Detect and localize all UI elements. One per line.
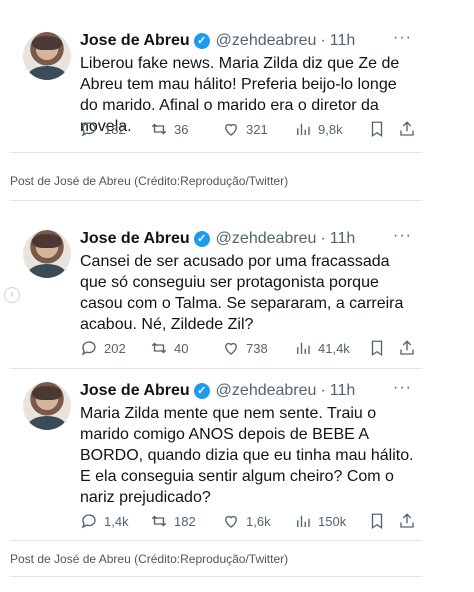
views-count: 150k bbox=[318, 513, 347, 529]
like-count: 321 bbox=[246, 121, 268, 137]
views-button[interactable]: 41,4k bbox=[294, 339, 350, 357]
share-button[interactable] bbox=[398, 120, 416, 138]
avatar-hair bbox=[32, 234, 62, 248]
timestamp[interactable]: 11h bbox=[330, 230, 356, 248]
bookmark-button[interactable] bbox=[368, 120, 386, 138]
like-button[interactable]: 738 bbox=[222, 339, 268, 357]
author-handle[interactable]: @zehdeabreu bbox=[216, 230, 317, 248]
author-handle[interactable]: @zehdeabreu bbox=[216, 32, 317, 50]
separator-dot: · bbox=[320, 32, 326, 49]
avatar-shirt bbox=[28, 264, 66, 278]
tweet-header: Jose de Abreu ✓ @zehdeabreu · 11h bbox=[80, 30, 355, 52]
tweet-header: Jose de Abreu ✓ @zehdeabreu · 11h bbox=[80, 380, 355, 402]
bookmark-icon bbox=[371, 513, 383, 530]
separator-dot: · bbox=[320, 230, 326, 247]
divider bbox=[10, 368, 422, 369]
share-icon bbox=[400, 340, 414, 355]
more-options-icon[interactable]: ··· bbox=[393, 227, 412, 245]
bookmark-icon bbox=[371, 340, 383, 357]
photo-credit: Post de José de Abreu (Crédito:Reproduçã… bbox=[10, 552, 289, 566]
retweet-button[interactable]: 36 bbox=[150, 120, 188, 138]
share-icon bbox=[400, 513, 414, 528]
reply-button[interactable]: 1,4k bbox=[80, 512, 129, 530]
avatar-shirt bbox=[28, 66, 66, 80]
divider bbox=[10, 576, 422, 577]
tweet-actions: 202 40 738 41,4k bbox=[80, 339, 416, 363]
views-icon bbox=[297, 515, 310, 527]
bookmark-icon bbox=[371, 121, 383, 138]
author-name[interactable]: Jose de Abreu bbox=[80, 230, 190, 248]
author-name[interactable]: Jose de Abreu bbox=[80, 32, 190, 50]
reply-button[interactable]: 202 bbox=[80, 339, 126, 357]
verified-badge-icon: ✓ bbox=[193, 33, 210, 49]
views-icon bbox=[297, 123, 310, 135]
more-options-icon[interactable]: ··· bbox=[393, 379, 412, 397]
timestamp[interactable]: 11h bbox=[330, 382, 356, 400]
divider bbox=[10, 540, 422, 541]
tweet-2[interactable]: Jose de Abreu ✓ @zehdeabreu · 11h ··· Ca… bbox=[10, 220, 422, 358]
bookmark-button[interactable] bbox=[368, 512, 386, 530]
avatar-hair bbox=[32, 36, 62, 50]
views-button[interactable]: 9,8k bbox=[294, 120, 343, 138]
verified-badge-icon: ✓ bbox=[193, 383, 210, 399]
reply-count: 182 bbox=[104, 121, 126, 137]
author-handle[interactable]: @zehdeabreu bbox=[216, 382, 317, 400]
heart-icon bbox=[225, 515, 237, 528]
reply-icon bbox=[81, 122, 96, 137]
tweet-actions: 1,4k 182 1,6k 150k bbox=[80, 512, 416, 536]
tweet-text: Maria Zilda mente que nem sente. Traiu o… bbox=[80, 405, 414, 506]
like-button[interactable]: 321 bbox=[222, 120, 268, 138]
views-count: 41,4k bbox=[318, 340, 350, 356]
tweet-1[interactable]: Jose de Abreu ✓ @zehdeabreu · 11h ··· Li… bbox=[10, 22, 422, 160]
like-count: 1,6k bbox=[246, 513, 271, 529]
more-options-icon[interactable]: ··· bbox=[393, 29, 412, 47]
like-count: 738 bbox=[246, 340, 268, 356]
retweet-icon bbox=[151, 123, 167, 135]
retweet-count: 182 bbox=[174, 513, 196, 529]
retweet-button[interactable]: 182 bbox=[150, 512, 196, 530]
timestamp[interactable]: 11h bbox=[330, 32, 356, 50]
tweet-actions: 182 36 321 9,8k bbox=[80, 120, 416, 144]
heart-icon bbox=[225, 342, 237, 355]
retweet-button[interactable]: 40 bbox=[150, 339, 188, 357]
share-button[interactable] bbox=[398, 512, 416, 530]
reply-count: 202 bbox=[104, 340, 126, 356]
retweet-icon bbox=[151, 342, 167, 354]
avatar-hair bbox=[32, 386, 62, 400]
divider bbox=[10, 152, 422, 153]
views-button[interactable]: 150k bbox=[294, 512, 346, 530]
photo-credit: Post de José de Abreu (Crédito:Reproduçã… bbox=[10, 174, 289, 188]
reply-icon bbox=[81, 341, 96, 356]
heart-icon bbox=[225, 123, 237, 136]
share-button[interactable] bbox=[398, 339, 416, 357]
retweet-count: 36 bbox=[174, 121, 189, 137]
bookmark-button[interactable] bbox=[368, 339, 386, 357]
reply-count: 1,4k bbox=[104, 513, 129, 529]
avatar[interactable] bbox=[23, 382, 71, 430]
avatar[interactable] bbox=[23, 32, 71, 80]
reply-button[interactable]: 182 bbox=[80, 120, 126, 138]
share-icon bbox=[400, 121, 414, 136]
tweet-text: Cansei de ser acusado por uma fracassada… bbox=[80, 253, 404, 333]
separator-dot: · bbox=[320, 382, 326, 399]
views-count: 9,8k bbox=[318, 121, 343, 137]
retweet-count: 40 bbox=[174, 340, 189, 356]
tweet-header: Jose de Abreu ✓ @zehdeabreu · 11h bbox=[80, 228, 355, 250]
tweet-3[interactable]: Jose de Abreu ✓ @zehdeabreu · 11h ··· Ma… bbox=[10, 372, 422, 530]
reply-icon bbox=[81, 514, 96, 529]
avatar-shirt bbox=[28, 416, 66, 430]
verified-badge-icon: ✓ bbox=[193, 231, 210, 247]
avatar[interactable] bbox=[23, 230, 71, 278]
divider bbox=[10, 200, 422, 201]
author-name[interactable]: Jose de Abreu bbox=[80, 382, 190, 400]
like-button[interactable]: 1,6k bbox=[222, 512, 271, 530]
views-icon bbox=[297, 342, 310, 354]
retweet-icon bbox=[151, 515, 167, 527]
